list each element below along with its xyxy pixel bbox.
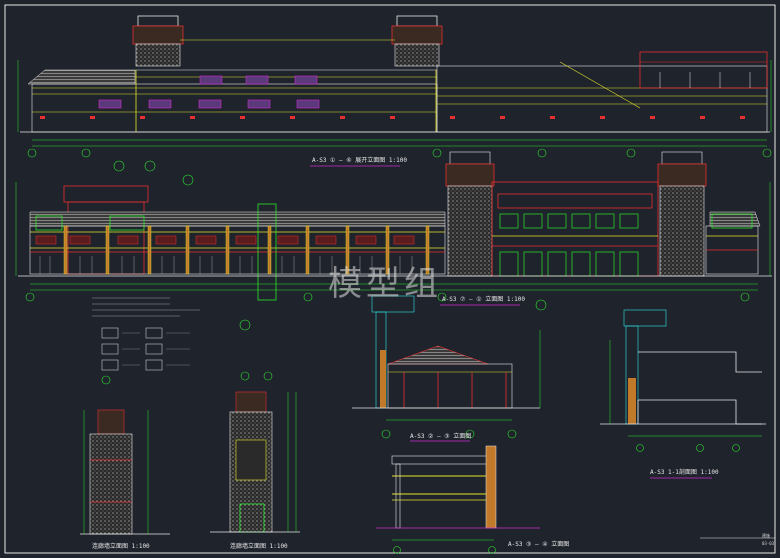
- title-pavilion: A-S3 ③ — ④ 立面图: [508, 541, 570, 548]
- tower-mid-left: [445, 151, 495, 277]
- pavilion-roof: [387, 345, 489, 365]
- tower-left: [132, 15, 184, 67]
- porch-elevation: [376, 445, 540, 554]
- section-1-1: [600, 309, 766, 479]
- sheet-number: 建施: [762, 533, 770, 538]
- tower-right: [391, 15, 443, 67]
- watermark: 模型组: [328, 264, 442, 304]
- elevation-1: [17, 15, 772, 167]
- pavilion-elevation: [352, 295, 541, 442]
- title-detail-1: 连廊墙立面图 1:100: [92, 543, 150, 550]
- sheet-code: 03-03: [762, 541, 775, 546]
- title-detail-2: 连廊墙立面图 1:100: [230, 543, 288, 550]
- tower-mid-right: [657, 151, 707, 277]
- notes-legend: [92, 297, 200, 371]
- title-elevation-2: A-S3 ⑦ — ① 立面图 1:100: [442, 296, 525, 303]
- detail-wall-2: [210, 371, 300, 533]
- roof-1: [27, 69, 136, 85]
- title-elevation-3: A-S3 ② — ③ 立面图: [410, 433, 472, 440]
- title-section: A-S3 1-1剖面图 1:100: [650, 469, 719, 476]
- detail-wall-1: [80, 375, 170, 535]
- title-elevation-1: A-S3 ① — ⑥ 展开立面图 1:100: [312, 157, 407, 164]
